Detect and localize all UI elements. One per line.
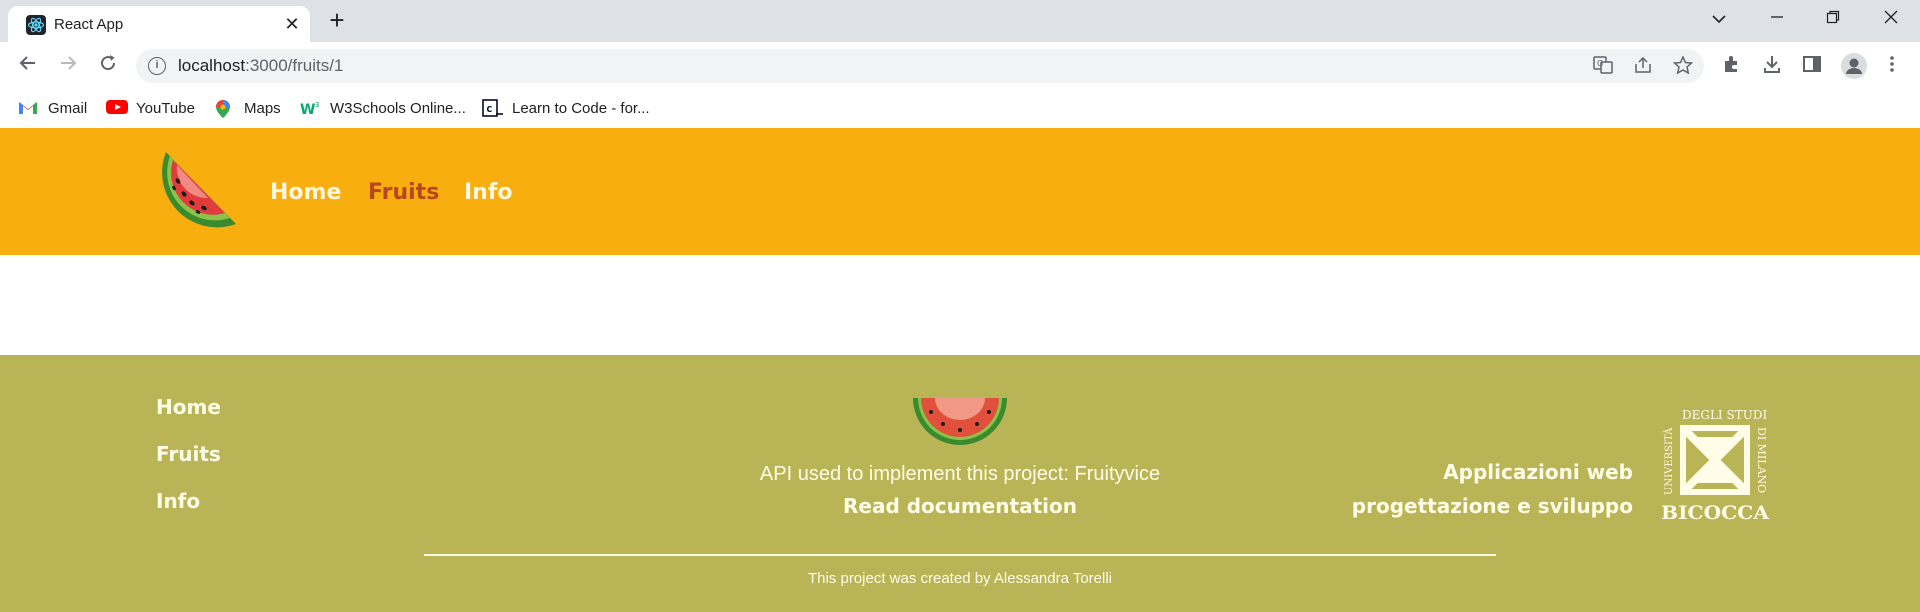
bookmark-w3schools[interactable]: W3 W3Schools Online... [300, 96, 466, 120]
restore-icon[interactable] [1818, 6, 1848, 34]
close-window-icon[interactable] [1876, 6, 1906, 34]
bookmark-youtube[interactable]: YouTube [106, 96, 195, 120]
watermelon-slice-icon [913, 398, 1007, 448]
svg-text:c: c [486, 102, 493, 115]
svg-text:G: G [1597, 59, 1603, 68]
browser-toolbar: i localhost:3000/fruits/1 G [0, 42, 1920, 88]
browser-tab[interactable]: React App ✕ [8, 6, 310, 42]
back-arrow-icon[interactable] [14, 52, 42, 80]
youtube-icon [106, 99, 128, 117]
footer-divider [424, 554, 1496, 556]
new-tab-button[interactable]: + [324, 7, 350, 34]
site-footer: Home Fruits Info API used to implement t… [0, 355, 1920, 612]
gmail-icon [18, 99, 38, 117]
tab-close-icon[interactable]: ✕ [282, 14, 302, 34]
reload-icon[interactable] [94, 52, 122, 80]
download-icon[interactable] [1760, 54, 1784, 78]
uni-logo-bottom-text: BICOCCA [1661, 502, 1769, 523]
site-info-icon[interactable]: i [148, 57, 166, 75]
nav-fruits[interactable]: Fruits [368, 180, 439, 206]
course-title-line1: Applicazioni web [1443, 460, 1633, 484]
author-credit: This project was created by Alessandra T… [807, 570, 1113, 587]
translate-icon[interactable]: G [1592, 56, 1614, 76]
menu-kebab-icon[interactable] [1880, 54, 1904, 78]
extensions-icon[interactable] [1720, 54, 1744, 78]
maps-icon [214, 99, 234, 118]
bicocca-university-logo[interactable]: DEGLI STUDI DI MILANO UNIVERSITÀ BICOCCA [1660, 407, 1770, 524]
bookmark-star-icon[interactable] [1672, 55, 1694, 76]
watermelon-logo-icon[interactable] [152, 148, 240, 234]
site-header: Home Fruits Info [0, 128, 1920, 255]
footer-link-home[interactable]: Home [156, 395, 221, 419]
side-panel-icon[interactable] [1800, 54, 1824, 78]
course-title-line2: progettazione e sviluppo [1351, 494, 1633, 518]
read-documentation-link[interactable]: Read documentation [600, 494, 1320, 518]
svg-text:W: W [300, 102, 315, 117]
forward-arrow-icon[interactable] [54, 52, 82, 80]
url-text[interactable]: localhost:3000/fruits/1 [178, 57, 343, 75]
share-icon[interactable] [1632, 56, 1654, 76]
nav-home[interactable]: Home [270, 180, 341, 206]
nav-info[interactable]: Info [464, 180, 513, 206]
bookmark-freecodecamp[interactable]: c Learn to Code - for... [482, 96, 650, 120]
minimize-icon[interactable] [1762, 6, 1792, 34]
profile-avatar-icon[interactable] [1840, 52, 1868, 80]
w3schools-icon: W3 [300, 99, 320, 118]
bookmarks-bar: Gmail YouTube Maps W3 W3Schools Online..… [0, 88, 1920, 128]
freecodecamp-icon: c [482, 99, 503, 117]
footer-link-info[interactable]: Info [156, 489, 200, 513]
tab-search-icon[interactable] [1704, 6, 1734, 34]
browser-tab-strip: React App ✕ + [0, 0, 1920, 42]
bookmark-gmail[interactable]: Gmail [18, 96, 87, 120]
uni-logo-right-text: DI MILANO [1755, 427, 1768, 493]
bookmark-maps[interactable]: Maps [214, 96, 281, 120]
address-bar[interactable]: i localhost:3000/fruits/1 G [136, 49, 1704, 83]
uni-logo-left-text: UNIVERSITÀ [1663, 427, 1675, 495]
react-favicon-icon [26, 15, 46, 35]
svg-text:3: 3 [315, 101, 319, 109]
tab-title: React App [54, 16, 124, 33]
uni-logo-top-text: DEGLI STUDI [1682, 408, 1767, 422]
footer-link-fruits[interactable]: Fruits [156, 442, 221, 466]
api-credit-text: API used to implement this project: Frui… [759, 463, 1161, 485]
